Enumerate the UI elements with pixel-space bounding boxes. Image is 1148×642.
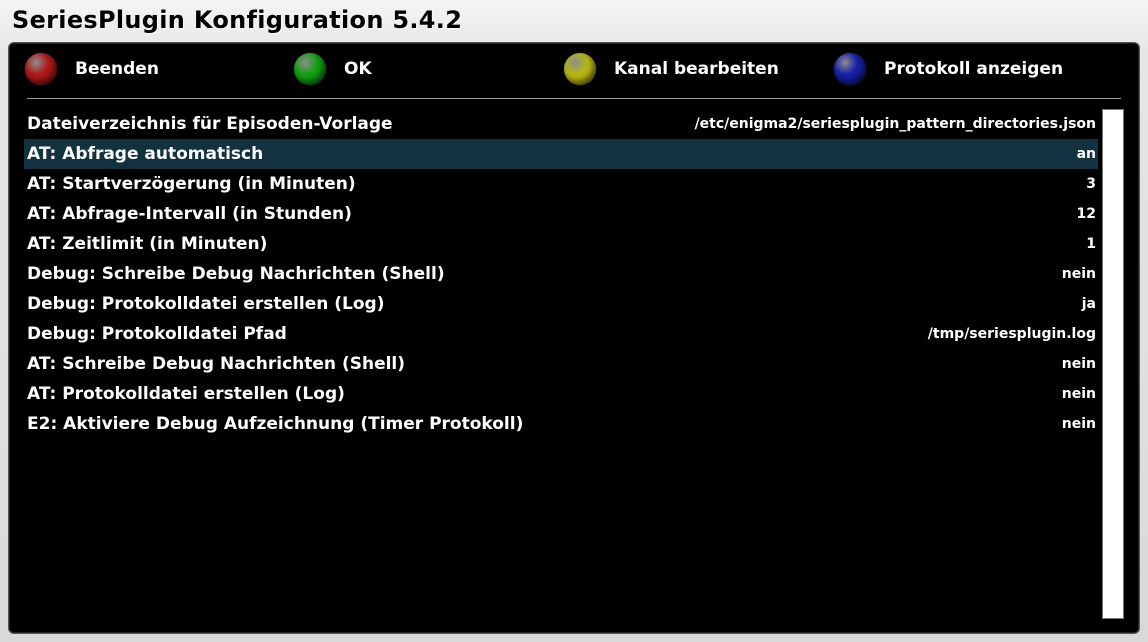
- setting-row[interactable]: Dateiverzeichnis für Episoden-Vorlage/et…: [24, 109, 1098, 139]
- window-title: SeriesPlugin Konfiguration 5.4.2: [12, 6, 463, 34]
- setting-label: AT: Zeitlimit (in Minuten): [27, 234, 268, 254]
- green-button-icon: [294, 53, 326, 85]
- setting-row[interactable]: AT: Schreibe Debug Nachrichten (Shell) ne…: [24, 349, 1098, 379]
- yellow-button-icon: [564, 53, 596, 85]
- setting-label: AT: Startverzögerung (in Minuten): [27, 174, 356, 194]
- scrollbar-thumb[interactable]: [1103, 110, 1123, 618]
- setting-value: /etc/enigma2/seriesplugin_pattern_direct…: [694, 116, 1096, 132]
- setting-row[interactable]: E2: Aktiviere Debug Aufzeichnung (Timer …: [24, 409, 1098, 439]
- ok-button-label: OK: [344, 59, 372, 79]
- setting-label: Debug: Schreibe Debug Nachrichten (Shell…: [27, 264, 445, 284]
- setting-value: 1: [1086, 236, 1096, 252]
- settings-list[interactable]: Dateiverzeichnis für Episoden-Vorlage/et…: [24, 109, 1098, 439]
- setting-value: nein: [1061, 266, 1096, 282]
- setting-row[interactable]: AT: Abfrage automatisch an: [24, 139, 1098, 169]
- setting-row[interactable]: Debug: Protokolldatei Pfad/tmp/seriesplu…: [24, 319, 1098, 349]
- setting-label: Debug: Protokolldatei Pfad: [27, 324, 287, 344]
- edit-channel-button[interactable]: Kanal bearbeiten: [564, 51, 779, 87]
- show-log-button[interactable]: Protokoll anzeigen: [834, 51, 1063, 87]
- setting-label: E2: Aktiviere Debug Aufzeichnung (Timer …: [27, 414, 524, 434]
- header-divider: [27, 98, 1121, 99]
- setting-value: ja: [1081, 296, 1096, 312]
- setting-value: an: [1076, 146, 1096, 162]
- setting-label: AT: Schreibe Debug Nachrichten (Shell): [27, 354, 406, 374]
- setting-value: 3: [1086, 176, 1096, 192]
- blue-button-icon: [834, 53, 866, 85]
- exit-button-label: Beenden: [75, 59, 159, 79]
- setting-value: nein: [1061, 356, 1096, 372]
- setting-label: Dateiverzeichnis für Episoden-Vorlage: [27, 114, 393, 134]
- setting-row[interactable]: AT: Zeitlimit (in Minuten) 1: [24, 229, 1098, 259]
- color-button-bar: Beenden OK Kanal bearbeiten Protokoll an…: [9, 43, 1139, 99]
- setting-value: nein: [1061, 386, 1096, 402]
- setting-label: Debug: Protokolldatei erstellen (Log): [27, 294, 385, 314]
- setting-value: /tmp/seriesplugin.log: [927, 326, 1096, 342]
- exit-button[interactable]: Beenden: [25, 51, 159, 87]
- setting-row[interactable]: AT: Startverzögerung (in Minuten) 3: [24, 169, 1098, 199]
- edit-channel-button-label: Kanal bearbeiten: [614, 59, 779, 79]
- setting-label: AT: Abfrage-Intervall (in Stunden): [27, 204, 352, 224]
- setting-label: AT: Abfrage automatisch: [27, 144, 264, 164]
- scrollbar[interactable]: [1102, 109, 1124, 619]
- setting-label: AT: Protokolldatei erstellen (Log): [27, 384, 345, 404]
- show-log-button-label: Protokoll anzeigen: [884, 59, 1064, 79]
- config-panel: Beenden OK Kanal bearbeiten Protokoll an…: [8, 42, 1140, 634]
- setting-row[interactable]: Debug: Protokolldatei erstellen (Log) ja: [24, 289, 1098, 319]
- setting-value: 12: [1076, 206, 1096, 222]
- setting-row[interactable]: AT: Protokolldatei erstellen (Log) nein: [24, 379, 1098, 409]
- setting-row[interactable]: Debug: Schreibe Debug Nachrichten (Shell…: [24, 259, 1098, 289]
- setting-value: nein: [1061, 416, 1096, 432]
- ok-button[interactable]: OK: [294, 51, 372, 87]
- setting-row[interactable]: AT: Abfrage-Intervall (in Stunden) 12: [24, 199, 1098, 229]
- red-button-icon: [25, 53, 57, 85]
